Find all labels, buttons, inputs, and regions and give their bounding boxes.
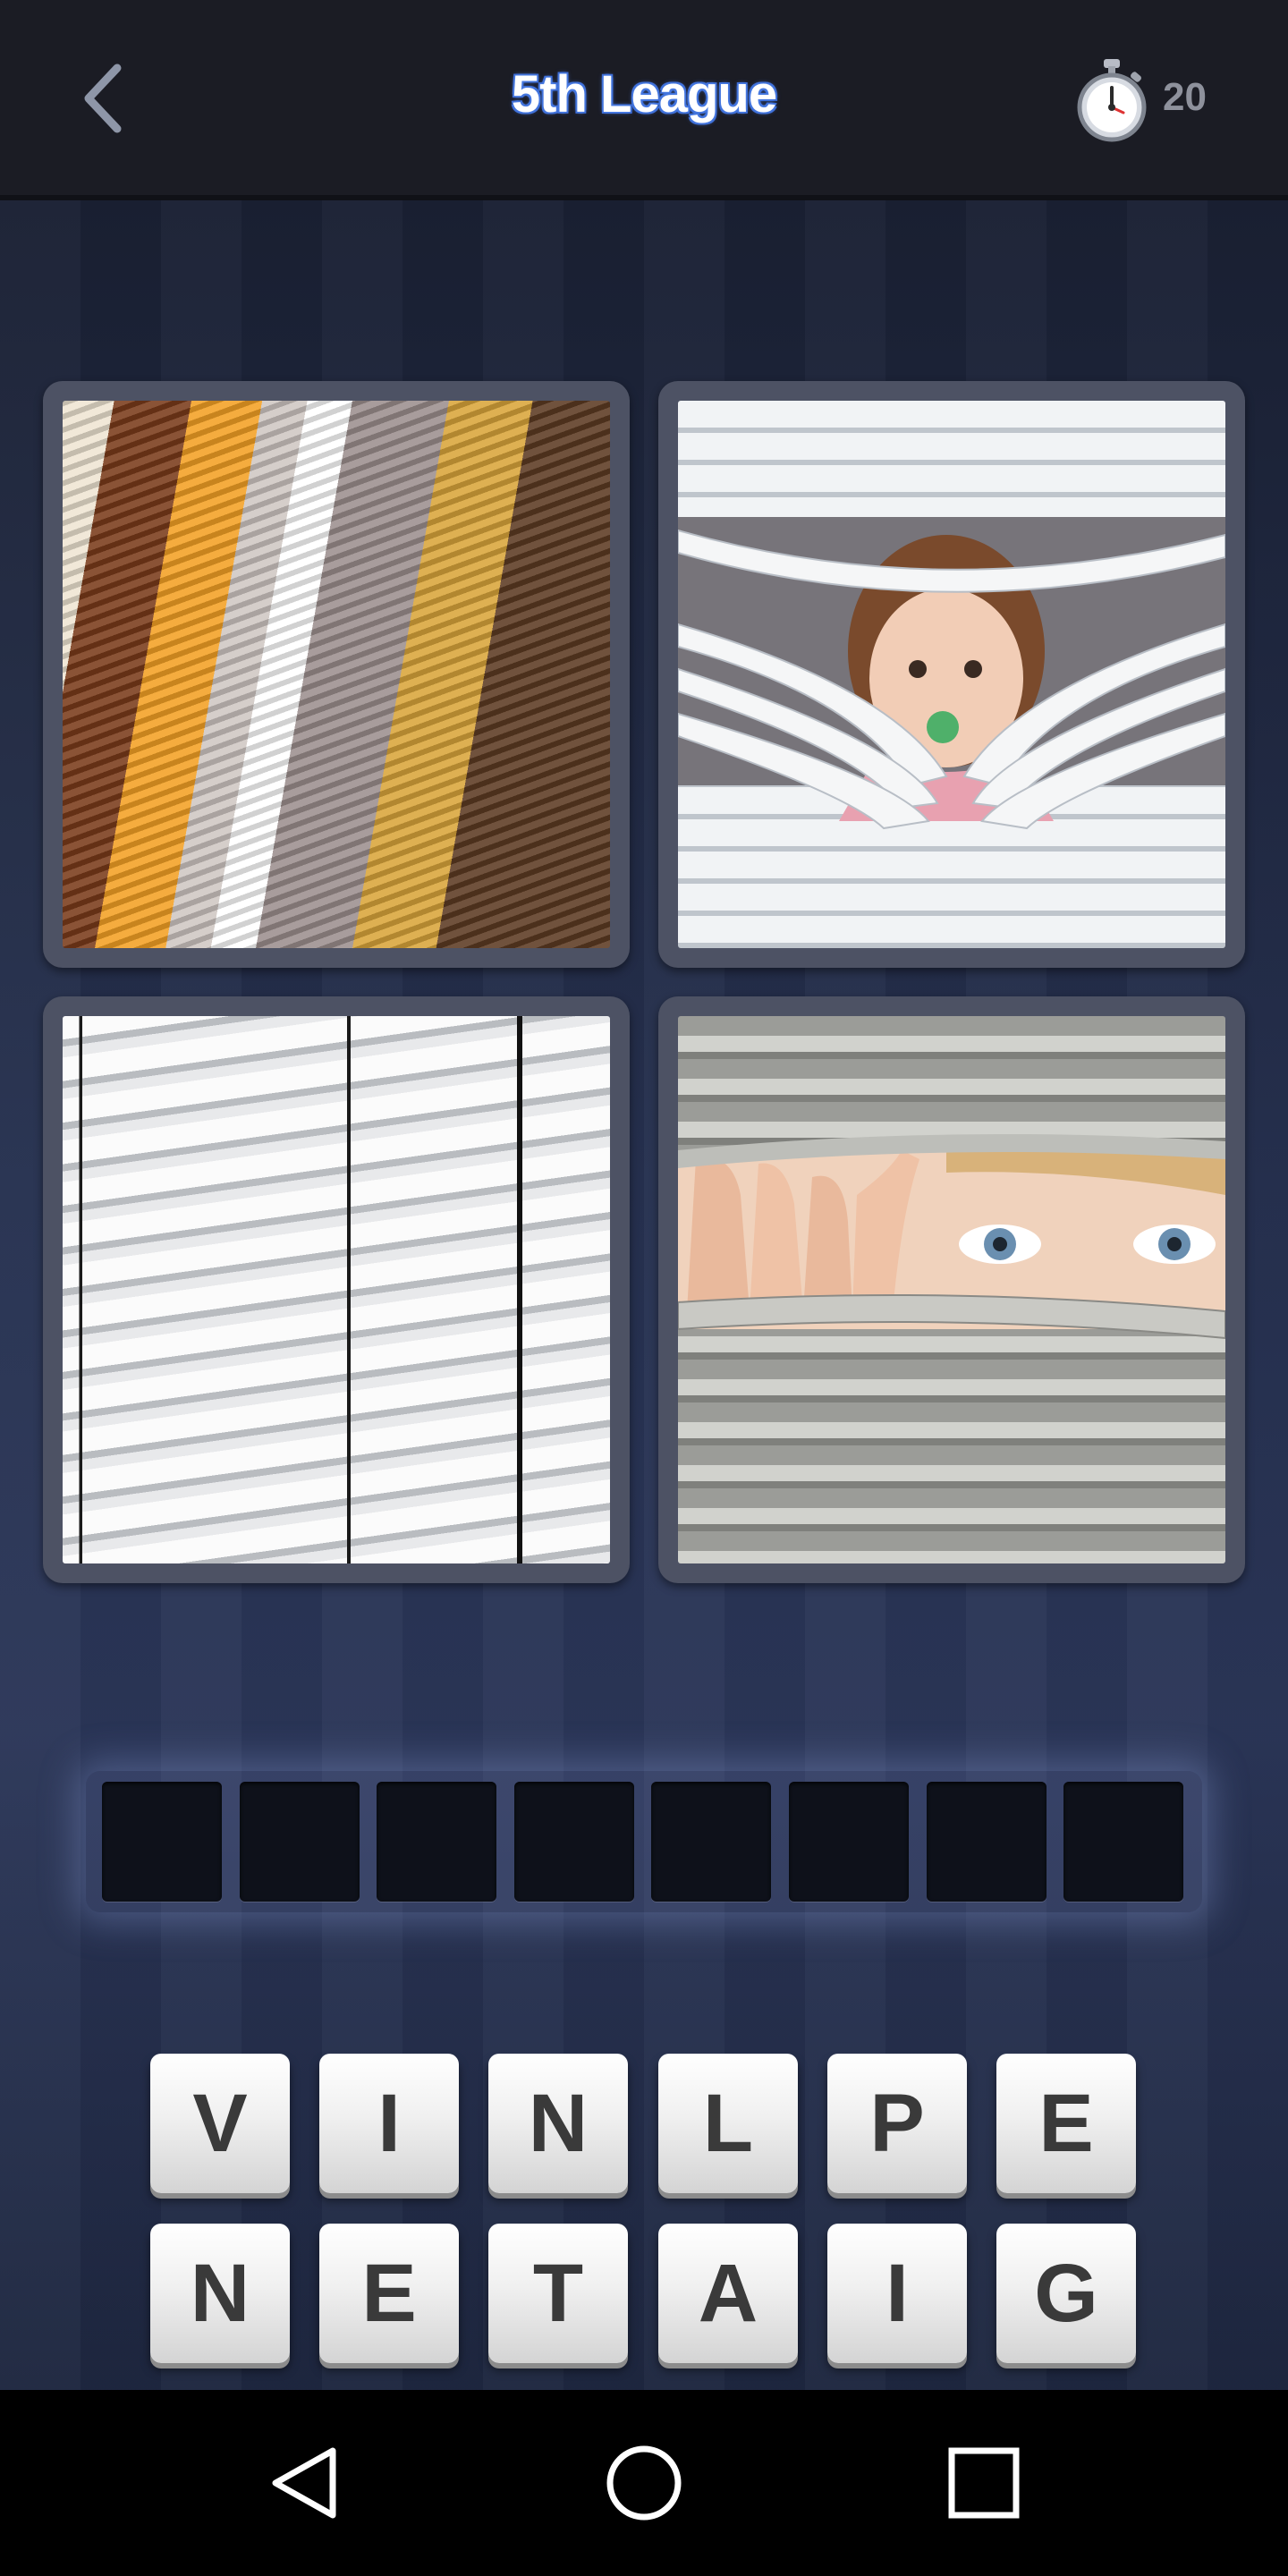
letter-key[interactable]: E <box>319 2224 459 2363</box>
letter-key[interactable]: G <box>996 2224 1136 2363</box>
letter-key[interactable]: A <box>658 2224 798 2363</box>
letter-key[interactable]: N <box>150 2224 290 2363</box>
answer-row <box>86 1771 1202 1912</box>
picture-tile-1[interactable] <box>43 381 630 968</box>
picture-tile-3[interactable] <box>43 996 630 1583</box>
answer-slot-1[interactable] <box>102 1782 222 1902</box>
circle-home-icon <box>606 2445 682 2521</box>
answer-slot-6[interactable] <box>789 1782 909 1902</box>
pleated-blinds-image <box>63 401 610 948</box>
answer-slot-4[interactable] <box>514 1782 634 1902</box>
letter-key[interactable]: L <box>658 2054 798 2193</box>
woman-peeking-blinds-image <box>678 1016 1225 1563</box>
picture-tile-2[interactable] <box>658 381 1245 968</box>
coin-count: 20 <box>1163 75 1207 119</box>
answer-slot-2[interactable] <box>240 1782 360 1902</box>
answer-slot-5[interactable] <box>651 1782 771 1902</box>
answer-slot-7[interactable] <box>927 1782 1046 1902</box>
nav-back-button[interactable] <box>250 2429 358 2537</box>
nav-home-button[interactable] <box>590 2429 698 2537</box>
child-peeking-blinds-image <box>678 401 1225 948</box>
letter-key[interactable]: V <box>150 2054 290 2193</box>
letter-key[interactable]: T <box>488 2224 628 2363</box>
triangle-back-icon <box>272 2447 336 2519</box>
top-bar: 5th League 20 <box>0 0 1288 200</box>
letter-key[interactable]: N <box>488 2054 628 2193</box>
system-nav-bar <box>0 2390 1288 2576</box>
picture-tile-4[interactable] <box>658 996 1245 1583</box>
answer-slot-3[interactable] <box>377 1782 496 1902</box>
nav-recents-button[interactable] <box>930 2429 1038 2537</box>
letter-key[interactable]: P <box>827 2054 967 2193</box>
venetian-blinds-image <box>63 1016 610 1563</box>
letter-key[interactable]: I <box>319 2054 459 2193</box>
letter-key[interactable]: E <box>996 2054 1136 2193</box>
answer-slot-8[interactable] <box>1063 1782 1183 1902</box>
letter-key[interactable]: I <box>827 2224 967 2363</box>
stopwatch-icon[interactable] <box>1072 57 1152 143</box>
square-recents-icon <box>948 2447 1020 2519</box>
